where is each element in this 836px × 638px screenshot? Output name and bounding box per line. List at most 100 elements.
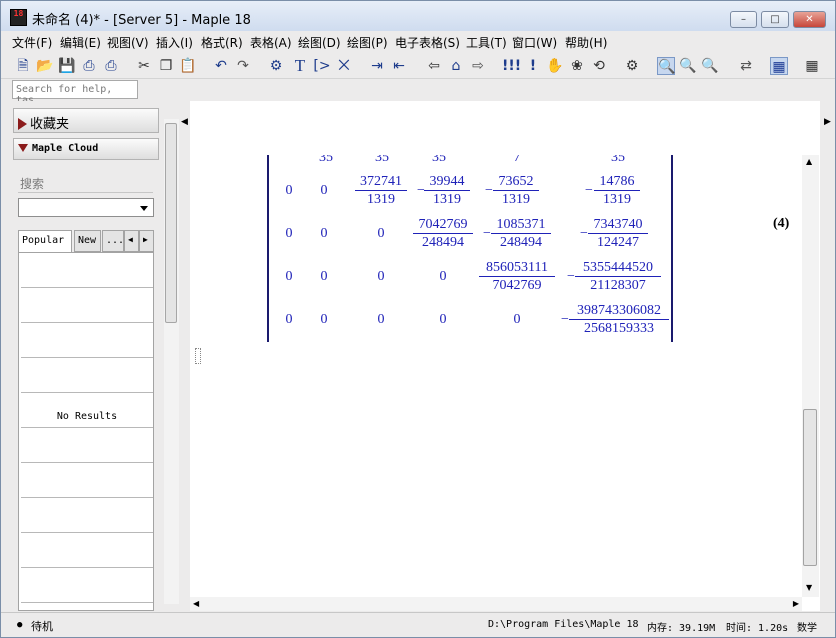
menu-drawing[interactable]: 绘图(D) xyxy=(298,34,341,51)
cut-icon[interactable]: ✂ xyxy=(135,57,153,75)
zoom-150-icon[interactable]: 🔍 xyxy=(679,57,697,75)
menu-tools[interactable]: 工具(T) xyxy=(466,34,507,51)
tab-scroll-right-icon[interactable]: ▶ xyxy=(139,230,154,252)
menu-help[interactable]: 帮助(H) xyxy=(565,34,607,51)
matrix-fraction: 398743306082 2568159333 xyxy=(569,303,669,337)
menu-spreadsheet[interactable]: 电子表格(S) xyxy=(395,34,460,51)
matrix-cell: 0 xyxy=(320,312,328,327)
paste-icon[interactable]: 📋 xyxy=(179,57,197,75)
app-icon-text: 18 xyxy=(13,9,24,18)
matrix-cell: 0 xyxy=(285,183,293,198)
menu-edit[interactable]: 编辑(E) xyxy=(60,34,101,51)
menu-view[interactable]: 视图(V) xyxy=(107,34,149,51)
menu-window[interactable]: 窗口(W) xyxy=(512,34,557,51)
forward-arrow-icon[interactable]: ⇨ xyxy=(469,57,487,75)
matrix-cell: 0 xyxy=(320,183,328,198)
status-path: D:\Program Files\Maple 18 xyxy=(488,619,639,630)
minus-sign: − xyxy=(585,183,593,198)
close-button[interactable]: ✕ xyxy=(793,11,826,28)
minimize-button[interactable]: – xyxy=(730,11,757,28)
help-search-input[interactable]: Search for help, tas xyxy=(12,80,138,106)
expand-right-arrow-icon[interactable]: ▶ xyxy=(824,117,831,127)
indent-icon[interactable]: ⇥ xyxy=(368,57,386,75)
matrix-fraction: 39944 1319 xyxy=(424,174,470,208)
numerator: 39944 xyxy=(424,174,470,191)
palette-scroll-thumb[interactable] xyxy=(165,123,177,323)
matrix-cell: 35 xyxy=(319,155,333,165)
matrix-cell: 35 xyxy=(432,155,446,165)
list-divider xyxy=(21,392,153,393)
home-icon[interactable]: ⌂ xyxy=(447,57,465,75)
scroll-left-arrow-icon[interactable]: ◀ xyxy=(193,599,199,608)
layout-icon[interactable]: ▦ xyxy=(803,57,821,75)
collapse-left-arrow-icon[interactable]: ◀ xyxy=(181,117,188,127)
denominator: 1319 xyxy=(433,192,461,207)
restart-icon[interactable]: ⟲ xyxy=(590,57,608,75)
palette-settings-icon[interactable]: ⚙ xyxy=(267,57,285,75)
scroll-down-arrow-icon[interactable]: ▼ xyxy=(806,583,812,592)
favorites-palette-header[interactable]: 收藏夹 xyxy=(13,108,159,133)
tab-more[interactable]: ... xyxy=(102,230,124,252)
execute-all-icon[interactable]: !!! xyxy=(502,57,521,75)
document-vertical-scrollbar[interactable]: ▲ ▼ xyxy=(802,155,819,597)
input-cursor-placeholder[interactable] xyxy=(195,348,201,364)
numerator: 73652 xyxy=(493,174,539,191)
maple-window: 18 未命名 (4)* - [Server 5] - Maple 18 – □ … xyxy=(0,0,836,638)
menu-insert[interactable]: 插入(I) xyxy=(156,34,193,51)
execution-group-icon[interactable]: [> xyxy=(313,57,331,75)
title-bar: 18 未命名 (4)* - [Server 5] - Maple 18 – □ … xyxy=(1,1,835,31)
matrix-cell: 0 xyxy=(377,269,385,284)
scroll-right-arrow-icon[interactable]: ▶ xyxy=(793,599,799,608)
output-matrix: 35 35 35 7 35 0 0 372741 1319 − 39944 1319… xyxy=(267,155,673,342)
execute-icon[interactable]: ! xyxy=(524,57,542,75)
right-panel-strip: ▶ xyxy=(820,101,835,611)
minus-sign: − xyxy=(567,269,575,284)
maple-app-icon: 18 xyxy=(10,9,27,26)
redo-icon[interactable]: ↷ xyxy=(234,57,252,75)
zoom-200-icon[interactable]: 🔍 xyxy=(701,57,719,75)
maximize-button[interactable]: □ xyxy=(761,11,789,28)
zoom-100-icon[interactable]: 🔍 xyxy=(657,57,675,75)
menu-plot[interactable]: 绘图(P) xyxy=(347,34,388,51)
numerator: 1085371 xyxy=(491,217,551,234)
matrix-cell: 0 xyxy=(513,312,521,327)
menu-file[interactable]: 文件(F) xyxy=(12,34,52,51)
expand-arrow-icon xyxy=(18,118,27,130)
scroll-up-arrow-icon[interactable]: ▲ xyxy=(806,157,812,166)
stop-hand-icon[interactable]: ✋ xyxy=(546,57,564,75)
status-mode: 数学 xyxy=(797,623,817,634)
new-document-icon[interactable]: 🗎 xyxy=(14,57,32,75)
document-scroll-thumb[interactable] xyxy=(803,409,817,566)
debug-icon[interactable]: ❀ xyxy=(568,57,586,75)
print-icon[interactable]: ⎙ xyxy=(80,57,98,75)
swap-icon[interactable]: ⇄ xyxy=(737,57,755,75)
tab-new[interactable]: New xyxy=(74,230,101,252)
open-folder-icon[interactable]: 📂 xyxy=(36,57,54,75)
status-dot-icon: ● xyxy=(17,620,23,630)
options-gear-icon[interactable]: ⚙ xyxy=(623,57,641,75)
cloud-group-dropdown[interactable] xyxy=(18,198,154,217)
tab-scroll-left-icon[interactable]: ◀ xyxy=(124,230,139,252)
outdent-icon[interactable]: ⇤ xyxy=(390,57,408,75)
cloud-search-input[interactable]: 搜索 xyxy=(18,173,153,193)
denominator: 7042769 xyxy=(492,278,542,293)
tab-popular[interactable]: Popular xyxy=(18,230,72,253)
text-mode-icon[interactable]: T xyxy=(291,57,309,75)
menu-format[interactable]: 格式(R) xyxy=(201,34,243,51)
copy-icon[interactable]: ❐ xyxy=(157,57,175,75)
palette-scrollbar[interactable] xyxy=(164,119,179,604)
back-arrow-icon[interactable]: ⇦ xyxy=(425,57,443,75)
collapse-icon[interactable]: ⨉ xyxy=(335,57,353,75)
document-horizontal-scrollbar[interactable]: ◀ ▶ xyxy=(190,597,802,611)
save-icon[interactable]: 💾 xyxy=(58,57,76,75)
palette-pane: 收藏夹 Maple Cloud 搜索 Popular New ... ◀ ▶ N… xyxy=(1,101,183,611)
worksheet-canvas[interactable]: 35 35 35 7 35 0 0 372741 1319 − 39944 1319… xyxy=(190,155,802,597)
palette-toggle-icon[interactable]: ▦ xyxy=(770,57,788,75)
undo-icon[interactable]: ↶ xyxy=(212,57,230,75)
list-divider xyxy=(21,462,153,463)
minus-sign: − xyxy=(483,226,491,241)
menu-table[interactable]: 表格(A) xyxy=(250,34,292,51)
maple-cloud-header[interactable]: Maple Cloud xyxy=(13,138,159,160)
pane-splitter[interactable]: ◀ xyxy=(181,101,190,611)
print-preview-icon[interactable]: ⎙ xyxy=(102,57,120,75)
